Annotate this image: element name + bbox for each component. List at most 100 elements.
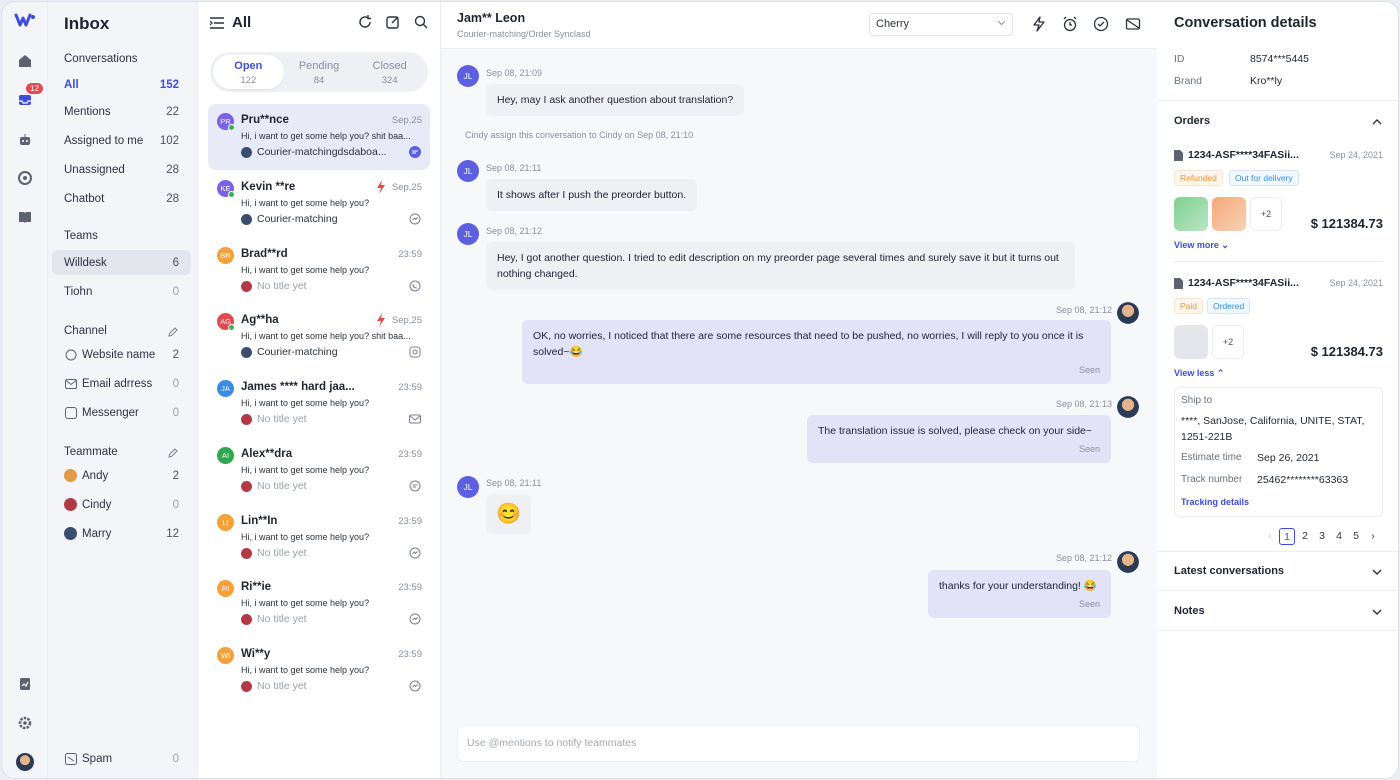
app-logo-icon[interactable] [14, 12, 36, 30]
subject-text: No title yet [257, 547, 307, 559]
conversation-item[interactable]: AG Ag**ha Sep,25 Hi, i want to get some … [208, 304, 430, 370]
user-avatar[interactable] [13, 750, 37, 774]
collapse-menu-icon[interactable] [210, 16, 224, 29]
orders-heading: Orders [1174, 115, 1211, 127]
home-icon[interactable] [13, 49, 37, 73]
list-title: All [232, 14, 252, 31]
nav-item-spam[interactable]: Spam 0 [52, 746, 191, 771]
seen-status: Seen [1078, 444, 1100, 454]
page-5[interactable]: 5 [1348, 528, 1364, 545]
alarm-clock-icon[interactable] [1062, 16, 1078, 32]
last-message: Hi, i want to get some help you? shit ba… [241, 131, 411, 141]
inbox-icon[interactable]: 12 [13, 82, 44, 112]
search-icon[interactable] [414, 15, 428, 29]
check-circle-icon[interactable] [1093, 16, 1109, 32]
conversation-item[interactable]: PR Pru**nce Sep,25 Hi, i want to get som… [208, 104, 430, 170]
message-composer[interactable]: Use @mentions to notify teammates [457, 725, 1140, 762]
tracking-details-link[interactable]: Tracking details [1181, 497, 1249, 507]
conversation-item[interactable]: LI Lin**In 23:59 Hi, i want to get some … [208, 505, 430, 571]
team-item-tiohn[interactable]: Tiohn 0 [52, 279, 191, 304]
conversation-item[interactable]: AI Alex**dra 23:59 Hi, i want to get som… [208, 438, 430, 504]
conversation-item[interactable]: WI Wi**y 23:59 Hi, i want to get some he… [208, 638, 430, 704]
toggle-label: View less [1174, 368, 1215, 378]
nav-item-all[interactable]: All 152 [52, 72, 191, 97]
more-products[interactable]: +2 [1212, 325, 1244, 359]
more-products[interactable]: +2 [1250, 197, 1282, 231]
teammate-avatar [64, 498, 77, 511]
order-number[interactable]: 1234-ASF****34FASii... [1174, 149, 1299, 161]
channel-item-website[interactable]: Website name 2 [52, 342, 191, 367]
contact-avatar: AI [217, 447, 234, 464]
refresh-icon[interactable] [358, 15, 372, 29]
report-icon[interactable] [13, 672, 37, 696]
nav-item-count: 22 [166, 105, 179, 118]
latest-conversations-heading[interactable]: Latest conversations [1174, 565, 1284, 577]
book-icon[interactable] [13, 205, 37, 229]
last-message: Hi, i want to get some help you? [241, 532, 370, 542]
tab-closed[interactable]: Closed 324 [354, 55, 425, 89]
product-thumbnail[interactable] [1174, 197, 1208, 231]
channel-item-messenger[interactable]: Messenger 0 [52, 400, 191, 425]
chevron-down-icon[interactable] [1372, 567, 1382, 577]
conversation-item[interactable]: KE Kevin **re Sep,25 Hi, i want to get s… [208, 171, 430, 237]
nav-item-chatbot[interactable]: Chatbot 28 [52, 186, 191, 211]
assignee-select[interactable]: Cherry [869, 13, 1013, 36]
compose-icon[interactable] [386, 15, 400, 29]
aperture-icon[interactable] [13, 166, 37, 190]
nav-item-unassigned[interactable]: Unassigned 28 [52, 157, 191, 182]
notes-heading[interactable]: Notes [1174, 605, 1205, 617]
tab-open[interactable]: Open 122 [213, 55, 284, 89]
bot-icon[interactable] [13, 128, 37, 152]
page-2[interactable]: 2 [1297, 528, 1313, 545]
details-panel: Conversation details ID 8574***5445 Bran… [1157, 2, 1398, 778]
conversation-item[interactable]: RI Ri**ie 23:59 Hi, i want to get some h… [208, 571, 430, 637]
subject-text: No title yet [257, 413, 307, 425]
nav-item-count: 28 [166, 163, 179, 176]
conversation-time: 23:59 [398, 382, 422, 393]
flash-icon[interactable] [1031, 16, 1047, 32]
conversation-item[interactable]: JA James **** hard jaa... 23:59 Hi, i wa… [208, 371, 430, 437]
product-thumbnail[interactable] [1212, 197, 1246, 231]
subject-text: Courier-matchingdsdaboa... [257, 146, 387, 158]
product-thumbnail[interactable] [1174, 325, 1208, 359]
mail-close-icon[interactable] [1125, 16, 1141, 32]
conversation-item[interactable]: BR Brad**rd 23:59 Hi, i want to get some… [208, 238, 430, 304]
message-text: OK, no worries, I noticed that there are… [533, 330, 1084, 358]
teammate-avatar [64, 469, 77, 482]
tab-pending[interactable]: Pending 84 [284, 55, 355, 89]
nav-item-assigned[interactable]: Assigned to me 102 [52, 128, 191, 153]
messenger-icon [409, 213, 421, 225]
contact-name: Ag**ha [241, 314, 279, 326]
conversation-time: Sep,25 [391, 315, 422, 326]
edit-teammate-icon[interactable] [167, 447, 179, 459]
edit-channel-icon[interactable] [167, 326, 179, 338]
team-item-willdesk[interactable]: Willdesk 6 [52, 250, 191, 275]
inbox-badge: 12 [25, 82, 44, 95]
last-message: Hi, i want to get some help you? [241, 665, 370, 675]
messenger-icon [409, 346, 421, 358]
teammate-item-andy[interactable]: Andy 2 [52, 463, 191, 488]
agent-avatar [1117, 396, 1139, 418]
view-more-link[interactable]: View more ⌄ [1174, 240, 1229, 251]
next-page-icon[interactable]: › [1365, 528, 1381, 545]
settings-gear-icon[interactable] [13, 711, 37, 735]
page-4[interactable]: 4 [1331, 528, 1347, 545]
conversation-time: 23:59 [398, 249, 422, 260]
contact-avatar: RI [217, 580, 234, 597]
online-dot [228, 191, 235, 198]
brand-label: Brand [1174, 75, 1203, 87]
prev-page-icon[interactable]: ‹ [1262, 528, 1278, 545]
page-1[interactable]: 1 [1279, 528, 1295, 545]
nav-item-mentions[interactable]: Mentions 22 [52, 99, 191, 124]
channel-item-email[interactable]: Email adrress 0 [52, 371, 191, 396]
chevron-down-icon[interactable] [1372, 607, 1382, 617]
nav-item-count: 102 [159, 134, 179, 147]
channel-label: Messenger [82, 406, 139, 419]
view-less-link[interactable]: View less ⌃ [1174, 368, 1224, 379]
order-number[interactable]: 1234-ASF****34FASii... [1174, 277, 1299, 289]
conversation-time: 23:59 [398, 582, 422, 593]
teammate-item-cindy[interactable]: Cindy 0 [52, 492, 191, 517]
teammate-item-marry[interactable]: Marry 12 [52, 521, 191, 546]
page-3[interactable]: 3 [1314, 528, 1330, 545]
chevron-up-icon[interactable] [1372, 117, 1382, 127]
